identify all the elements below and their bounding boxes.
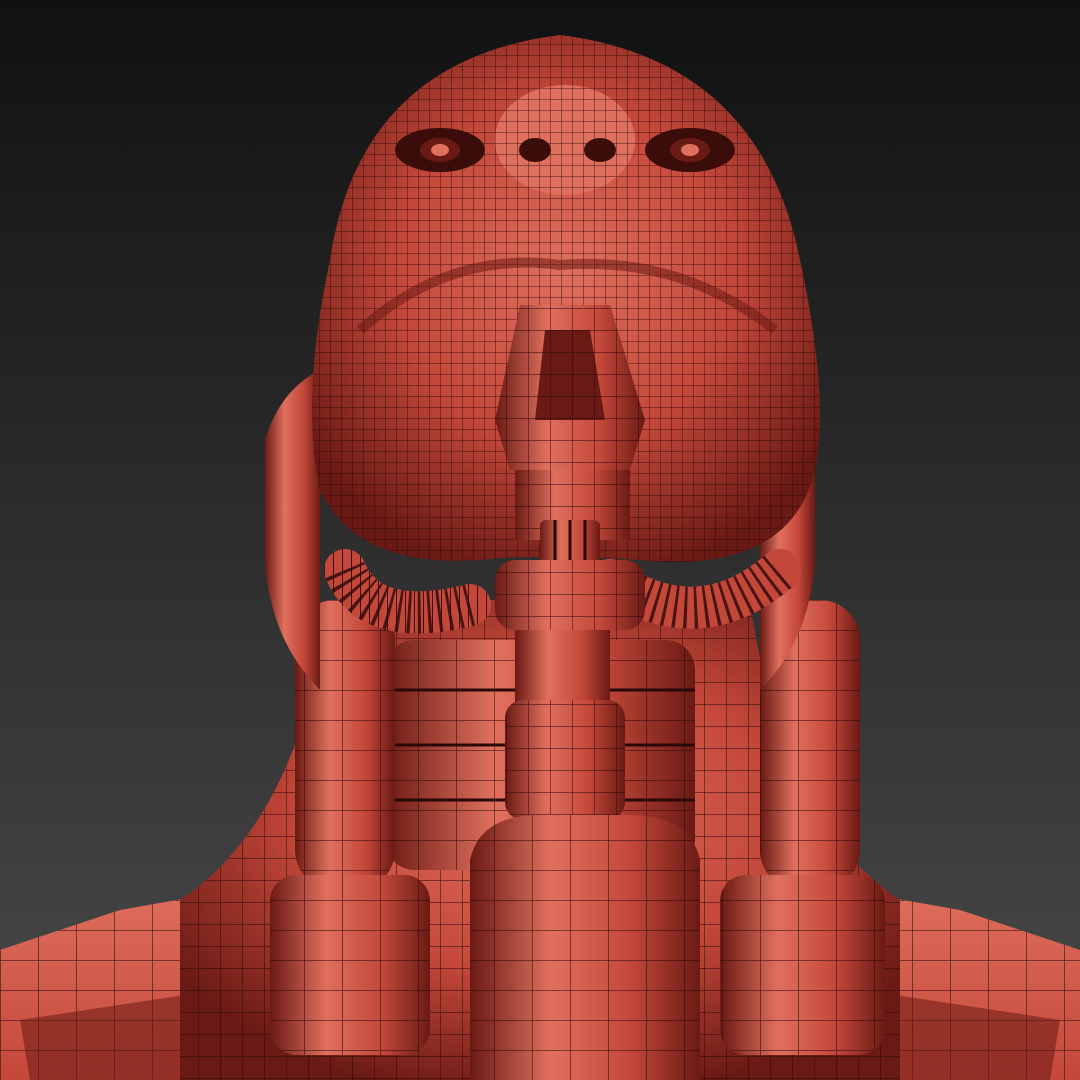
center-spine	[505, 620, 625, 820]
eye-right	[645, 128, 735, 172]
eye-left	[395, 128, 485, 172]
nose	[495, 85, 635, 195]
render-canvas	[0, 0, 1080, 1080]
chest-block	[470, 815, 700, 1080]
chin-connector	[495, 305, 645, 630]
3d-viewport[interactable]	[0, 0, 1080, 1080]
